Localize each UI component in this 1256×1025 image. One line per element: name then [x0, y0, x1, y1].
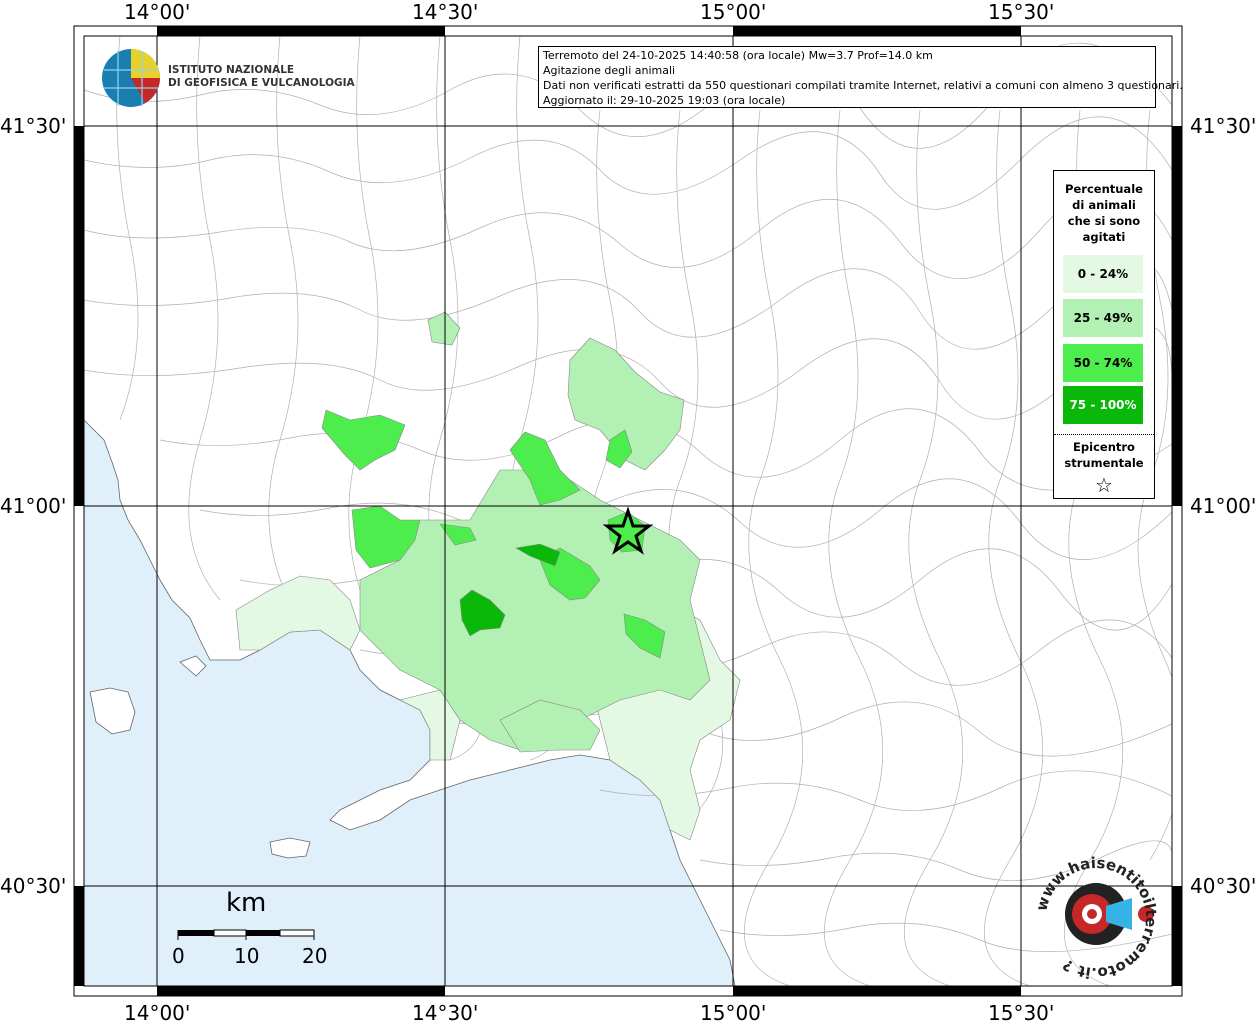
lat-label-left-3: 40°30': [0, 874, 67, 898]
lat-label-right-2: 41°00': [1190, 494, 1256, 518]
event-info-box: Terremoto del 24-10-2025 14:40:58 (ora l…: [538, 46, 1183, 108]
ingv-logo-icon: [102, 49, 160, 107]
haisentito-url: www.haisentitoilterremoto.it ?: [1032, 854, 1160, 980]
lon-label-bottom-3: 15°00': [700, 1001, 767, 1025]
lon-label-bottom-2: 14°30': [412, 1001, 479, 1025]
event-line: Terremoto del 24-10-2025 14:40:58 (ora l…: [543, 49, 933, 62]
island-capri: [269, 837, 311, 859]
lon-label-top-3: 15°00': [700, 0, 767, 24]
lat-label-left-1: 41°30': [0, 114, 67, 138]
legend: Percentuale di animali che si sono agita…: [1053, 170, 1155, 499]
legend-class-1: 0 - 24%: [1063, 255, 1143, 293]
legend-epicenter-line: strumentale: [1064, 456, 1144, 470]
scale-tick-0: 0: [172, 944, 185, 968]
institute-line-1: ISTITUTO NAZIONALE: [168, 64, 295, 76]
legend-epicenter-label: Epicentro strumentale: [1054, 439, 1154, 471]
legend-title-line: Percentuale: [1065, 182, 1143, 196]
institute-line-2: DI GEOFISICA E VULCANOLOGIA: [168, 77, 355, 89]
lat-label-right-3: 40°30': [1190, 874, 1256, 898]
lon-label-bottom-1: 14°00': [124, 1001, 191, 1025]
data-note: Dati non verificati estratti da 550 ques…: [543, 79, 1183, 92]
map-subject: Agitazione degli animali: [543, 64, 676, 77]
scale-tick-10: 10: [234, 944, 260, 968]
scale-unit: km: [226, 888, 267, 918]
lon-label-top-1: 14°00': [124, 0, 191, 24]
updated-note: Aggiornato il: 29-10-2025 19:03 (ora loc…: [543, 94, 786, 107]
legend-title-line: che si sono: [1067, 214, 1141, 228]
legend-class-4: 75 - 100%: [1063, 386, 1143, 424]
legend-title-line: di animali: [1072, 198, 1136, 212]
legend-class-2: 25 - 49%: [1063, 299, 1143, 337]
legend-epicenter-line: Epicentro: [1073, 440, 1135, 454]
lon-label-bottom-4: 15°30': [988, 1001, 1055, 1025]
lat-label-right-1: 41°30': [1190, 114, 1256, 138]
lon-label-top-4: 15°30': [988, 0, 1055, 24]
haisentito-logo-text: www.haisentitoilterremoto.it ?: [1032, 854, 1160, 980]
scale-tick-20: 20: [302, 944, 328, 968]
legend-class-3: 50 - 74%: [1063, 344, 1143, 382]
svg-text:www.haisentitoilterremoto.it ?: www.haisentitoilterremoto.it ?: [1032, 854, 1160, 980]
legend-title: Percentuale di animali che si sono agita…: [1054, 181, 1154, 245]
legend-star-icon: ☆: [1095, 473, 1113, 497]
institute-name: ISTITUTO NAZIONALE DI GEOFISICA E VULCAN…: [168, 64, 355, 90]
lon-label-top-2: 14°30': [412, 0, 479, 24]
legend-divider: [1054, 434, 1154, 435]
legend-title-line: agitati: [1082, 230, 1126, 244]
lat-label-left-2: 41°00': [0, 494, 67, 518]
